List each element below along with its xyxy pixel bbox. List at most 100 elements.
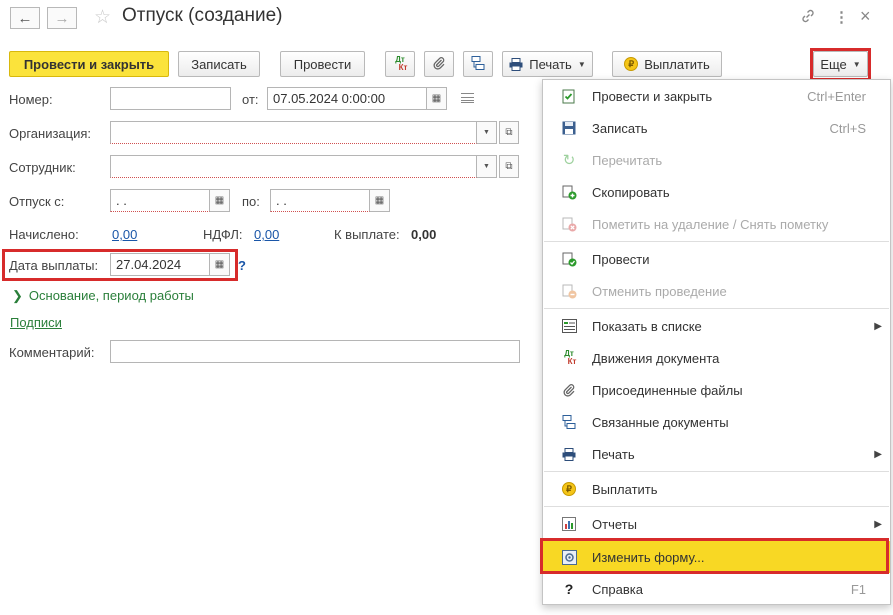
from-label: от: [242, 92, 259, 107]
menu-item-mark-delete[interactable]: Пометить на удаление / Снять пометку [543, 209, 890, 239]
to-pay-value: 0,00 [411, 227, 437, 242]
menu-item-pay[interactable]: ₽ Выплатить [543, 474, 890, 504]
copy-icon [561, 184, 577, 200]
cancel-posting-icon [561, 283, 577, 299]
show-in-list-icon [561, 318, 577, 334]
printer-icon [509, 57, 523, 71]
menu-separator [544, 308, 889, 309]
help-icon[interactable]: ? [238, 258, 246, 273]
ndfl-value-link[interactable]: 0,00 [254, 227, 279, 242]
organization-label: Организация: [9, 126, 92, 141]
pay-label: Выплатить [644, 56, 710, 72]
more-button[interactable]: Еще ▼ [813, 51, 868, 77]
paperclip-icon [432, 56, 446, 73]
menu-item-document-movements[interactable]: Дт Кт Движения документа [543, 343, 890, 373]
chevron-down-icon: ▼ [852, 59, 861, 69]
related-documents-button[interactable] [463, 51, 493, 77]
submenu-arrow-icon: ▶ [874, 320, 882, 332]
post-label: Провести [293, 56, 352, 72]
pay-button[interactable]: ₽ Выплатить [612, 51, 722, 77]
organization-field[interactable] [110, 121, 477, 144]
organization-dropdown-button[interactable]: ▼ [477, 121, 497, 144]
menu-item-reports[interactable]: Отчеты ▶ [543, 509, 890, 539]
ndfl-label: НДФЛ: [203, 227, 243, 242]
accrued-value-link[interactable]: 0,00 [112, 227, 137, 242]
link-icon[interactable] [800, 8, 816, 29]
arrow-right-icon: → [54, 9, 70, 27]
menu-separator [544, 506, 889, 507]
payment-date-label: Дата выплаты: [9, 258, 99, 273]
menu-item-post-and-close[interactable]: Провести и закрыть Ctrl+Enter [543, 81, 890, 111]
employee-field[interactable] [110, 155, 477, 178]
reload-icon: ↻ [562, 152, 576, 169]
print-label: Печать [529, 56, 572, 72]
delete-mark-icon [561, 216, 577, 232]
menu-item-cancel-posting[interactable]: Отменить проведение [543, 276, 890, 306]
calendar-icon: ▦ [214, 195, 225, 206]
document-list-icon[interactable] [461, 93, 474, 103]
attached-files-button[interactable] [424, 51, 454, 77]
close-icon[interactable]: × [860, 6, 871, 27]
reports-chart-icon [561, 516, 577, 532]
menu-item-show-in-list[interactable]: Показать в списке ▶ [543, 311, 890, 341]
help-icon: ? [564, 581, 574, 597]
menu-item-print[interactable]: Печать ▶ [543, 439, 890, 469]
coin-icon: ₽ [561, 481, 577, 497]
vacation-from-field[interactable]: . . [110, 189, 210, 212]
related-documents-icon [561, 414, 577, 430]
vacation-from-calendar-button[interactable]: ▦ [210, 189, 230, 212]
organization-open-button[interactable]: ⧉ [499, 121, 519, 144]
payment-date-field[interactable]: 27.04.2024 [110, 253, 210, 276]
post-button[interactable]: Провести [280, 51, 365, 77]
document-movements-button[interactable]: Дт Кт [385, 51, 415, 77]
submenu-arrow-icon: ▶ [874, 518, 882, 530]
number-label: Номер: [9, 92, 53, 107]
comment-label: Комментарий: [9, 345, 95, 360]
calendar-icon: ▦ [431, 93, 442, 104]
back-button[interactable]: ← [10, 7, 40, 29]
menu-item-change-form[interactable]: Изменить форму... [543, 541, 890, 573]
post-and-close-label: Провести и закрыть [23, 56, 155, 72]
save-button[interactable]: Записать [178, 51, 260, 77]
related-documents-icon [470, 55, 486, 74]
payment-date-calendar-button[interactable]: ▦ [210, 253, 230, 276]
coin-icon: ₽ [624, 57, 639, 71]
number-field[interactable] [110, 87, 231, 110]
from-date-field[interactable]: 07.05.2024 0:00:00 [267, 87, 427, 110]
post-and-close-button[interactable]: Провести и закрыть [9, 51, 169, 77]
post-and-close-icon [561, 88, 577, 104]
vacation-to-calendar-button[interactable]: ▦ [370, 189, 390, 212]
employee-open-button[interactable]: ⧉ [499, 155, 519, 178]
basis-section-label: Основание, период работы [28, 288, 194, 303]
page-title: Отпуск (создание) [122, 5, 283, 26]
menu-item-save[interactable]: Записать Ctrl+S [543, 113, 890, 143]
post-document-icon [561, 251, 577, 267]
dt-kt-icon: Дт Кт [564, 349, 577, 366]
print-button[interactable]: Печать ▼ [502, 51, 593, 77]
menu-item-related-documents[interactable]: Связанные документы [543, 407, 890, 437]
basis-section-toggle[interactable]: ❯ Основание, период работы [12, 288, 194, 304]
more-label: Еще [820, 56, 847, 72]
forward-button[interactable]: → [47, 7, 77, 29]
save-label: Записать [191, 56, 247, 72]
menu-item-post[interactable]: Провести [543, 244, 890, 274]
arrow-left-icon: ← [17, 9, 33, 27]
menu-item-help[interactable]: ? Справка F1 [543, 574, 890, 604]
chevron-right-icon: ❯ [12, 288, 23, 303]
employee-dropdown-button[interactable]: ▼ [477, 155, 497, 178]
dt-kt-icon: Дт Кт [395, 55, 408, 72]
signatures-link[interactable]: Подписи [10, 315, 62, 330]
chevron-down-icon: ▼ [577, 59, 586, 69]
vertical-dots-icon[interactable]: ⋮ [834, 8, 849, 26]
from-calendar-button[interactable]: ▦ [427, 87, 447, 110]
comment-field[interactable] [110, 340, 520, 363]
change-form-icon [561, 549, 577, 565]
menu-item-copy[interactable]: Скопировать [543, 177, 890, 207]
calendar-icon: ▦ [214, 259, 225, 270]
star-icon[interactable]: ☆ [94, 6, 111, 29]
to-pay-label: К выплате: [334, 227, 400, 242]
vacation-from-label: Отпуск с: [9, 194, 65, 209]
vacation-to-field[interactable]: . . [270, 189, 370, 212]
menu-item-reload[interactable]: ↻ Перечитать [543, 145, 890, 175]
menu-item-attached-files[interactable]: Присоединенные файлы [543, 375, 890, 405]
